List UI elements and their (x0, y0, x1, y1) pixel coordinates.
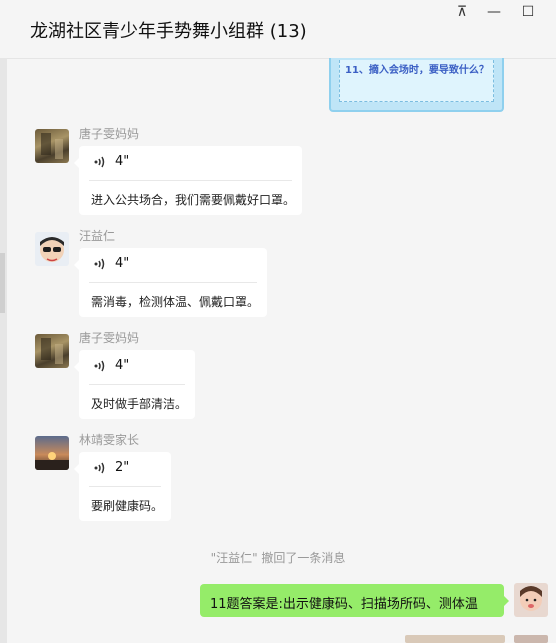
voice-player[interactable]: 4" (93, 154, 129, 169)
image-text: 11、摘入会场时，要导致什么？ (345, 65, 489, 76)
voice-player[interactable]: 2" (93, 460, 129, 475)
voice-wave-icon (94, 258, 105, 269)
my-message-bubble[interactable]: 11题答案是:出示健康码、扫描场所码、测体温 (200, 584, 509, 617)
voice-message-bubble[interactable]: 4" 及时做手部清洁。 (74, 350, 195, 419)
next-message-preview (405, 635, 505, 643)
avatar-image (40, 237, 64, 262)
voice-wave-icon (94, 462, 105, 473)
avatar[interactable] (35, 129, 69, 163)
divider (89, 282, 257, 283)
voice-wave-icon (94, 156, 105, 167)
voice-transcript: 及时做手部清洁。 (91, 397, 188, 411)
recall-notice: "汪益仁" 撤回了一条消息 (210, 551, 346, 565)
sender-name: 唐子雯妈妈 (79, 127, 140, 141)
avatar[interactable] (35, 334, 69, 368)
scrollbar-thumb[interactable] (0, 253, 5, 313)
voice-duration: 4" (115, 256, 130, 271)
sender-name: 林靖雯家长 (79, 433, 140, 447)
voice-duration: 2" (115, 460, 130, 475)
maximize-icon: ☐ (521, 4, 535, 20)
avatar-image (41, 338, 63, 364)
sender-name: 唐子雯妈妈 (79, 331, 140, 345)
divider (89, 486, 161, 487)
sender-name: 汪益仁 (79, 229, 116, 243)
avatar-image (520, 586, 542, 611)
minimize-icon: — (487, 4, 501, 20)
avatar[interactable] (35, 436, 69, 470)
maximize-button[interactable]: ☐ (511, 0, 545, 24)
my-avatar[interactable] (514, 583, 548, 617)
title-bar: 龙湖社区青少年手势舞小组群 (13) ⊼ — ☐ (0, 0, 556, 59)
minimize-button[interactable]: — (477, 0, 511, 24)
voice-message-bubble[interactable]: 4" 需消毒，检测体温、佩戴口罩。 (74, 248, 267, 317)
voice-transcript: 进入公共场合，我们需要佩戴好口罩。 (91, 193, 296, 207)
my-message-text: 11题答案是:出示健康码、扫描场所码、测体温 (210, 597, 478, 612)
voice-player[interactable]: 4" (93, 358, 129, 373)
divider (89, 384, 185, 385)
voice-player[interactable]: 4" (93, 256, 129, 271)
pin-button[interactable]: ⊼ (445, 0, 479, 24)
voice-duration: 4" (115, 358, 130, 373)
avatar-image (41, 133, 63, 159)
avatar[interactable] (35, 232, 69, 266)
chat-title: 龙湖社区青少年手势舞小组群 (13) (30, 21, 307, 42)
voice-message-bubble[interactable]: 2" 要刷健康码。 (74, 452, 171, 521)
pin-icon: ⊼ (456, 4, 468, 20)
voice-transcript: 要刷健康码。 (91, 499, 164, 513)
image-message[interactable]: 11、摘入会场时，要导致什么？ (329, 58, 504, 112)
next-avatar-preview (514, 635, 548, 643)
voice-transcript: 需消毒，检测体温、佩戴口罩。 (91, 295, 260, 309)
voice-message-bubble[interactable]: 4" 进入公共场合，我们需要佩戴好口罩。 (74, 146, 302, 215)
voice-wave-icon (94, 360, 105, 371)
voice-duration: 4" (115, 154, 130, 169)
divider (89, 180, 292, 181)
avatar-image (35, 452, 69, 470)
